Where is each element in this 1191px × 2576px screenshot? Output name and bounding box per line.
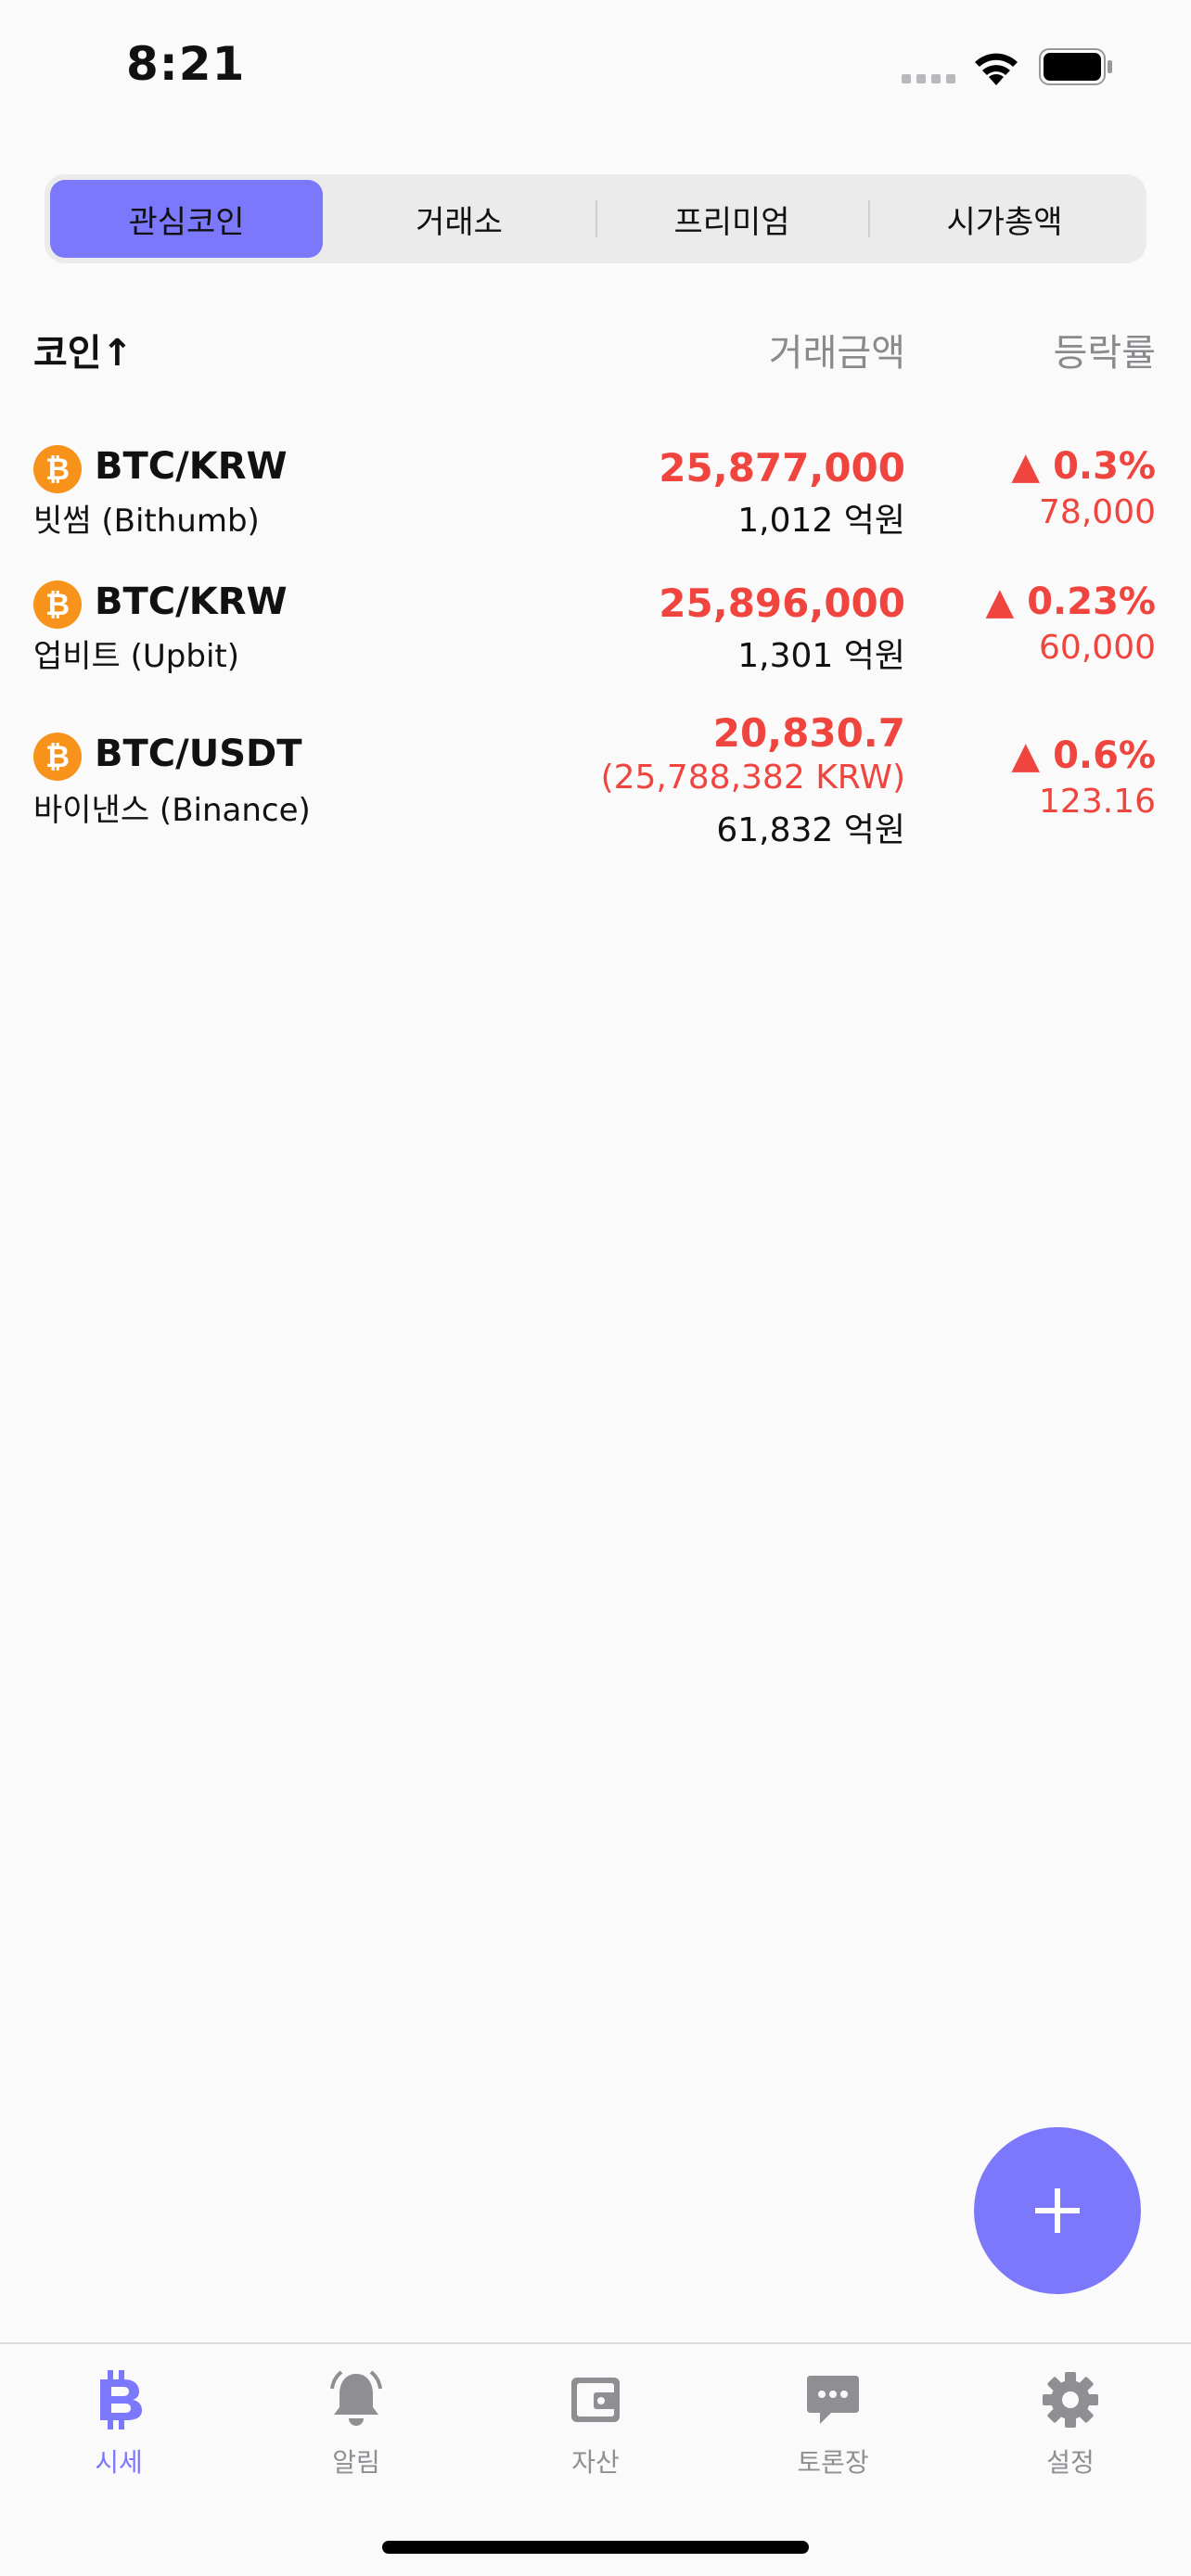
coin-pair: BTC/KRW: [95, 580, 288, 623]
tab-bar-label: 토론장: [797, 2447, 869, 2478]
tab-bar-label: 자산: [571, 2447, 620, 2478]
cellular-signal-icon: [902, 74, 955, 83]
change-percent: ▲ 0.3%: [1011, 445, 1156, 488]
exchange-name: 업비트 (Upbit): [33, 638, 240, 675]
change-percent: ▲ 0.23%: [985, 580, 1156, 623]
gear-icon: [1043, 2372, 1098, 2428]
chat-icon: [807, 2376, 859, 2424]
tab-bar-label: 알림: [332, 2447, 380, 2478]
tab-premium[interactable]: 프리미엄: [596, 180, 868, 258]
tab-label: 시가총액: [946, 203, 1063, 241]
screen: 8:21 관심코인 거래소 프리미엄 시가총액 코인↑ 거래금액 등락률 ₿ B…: [0, 0, 1191, 2576]
trade-volume: 1,012 억원: [737, 502, 905, 540]
change-amount: 123.16: [1039, 783, 1156, 821]
trade-volume: 1,301 억원: [737, 637, 905, 675]
current-price: 20,830.7: [712, 710, 905, 756]
plus-icon: [1035, 2188, 1080, 2233]
coin-pair: BTC/KRW: [95, 445, 288, 488]
trade-volume: 61,832 억원: [716, 811, 905, 849]
tab-bar-item-market[interactable]: 시세: [35, 2368, 202, 2480]
tab-label: 프리미엄: [673, 203, 790, 241]
tab-bar-label: 설정: [1046, 2447, 1095, 2478]
tab-bar-item-alerts[interactable]: 알림: [273, 2368, 440, 2480]
tab-bar-item-forum[interactable]: 토론장: [749, 2368, 916, 2480]
home-indicator: [382, 2541, 809, 2554]
bitcoin-icon: [100, 2370, 142, 2429]
column-header-volume[interactable]: 거래금액: [769, 323, 905, 376]
tab-exchange[interactable]: 거래소: [323, 180, 596, 258]
segment-control: 관심코인 거래소 프리미엄 시가총액: [45, 174, 1146, 263]
tab-label: 거래소: [416, 203, 503, 241]
tab-bar-item-settings[interactable]: 설정: [987, 2368, 1154, 2480]
coin-pair: BTC/USDT: [95, 733, 302, 775]
tab-bar-item-assets[interactable]: 자산: [512, 2368, 679, 2480]
exchange-name: 빗썸 (Bithumb): [33, 503, 260, 540]
column-header-coin[interactable]: 코인↑: [33, 323, 133, 376]
tab-label: 관심코인: [128, 203, 245, 241]
change-amount: 60,000: [1039, 629, 1156, 667]
column-header-change[interactable]: 등락률: [1054, 323, 1156, 376]
bell-icon: [330, 2370, 382, 2426]
coin-row-btc-krw-upbit[interactable]: ₿ BTC/KRW 업비트 (Upbit) 25,896,000 1,301 억…: [0, 571, 1191, 682]
wifi-icon: [975, 53, 1018, 85]
add-coin-button[interactable]: [974, 2127, 1141, 2294]
price-in-krw: (25,788,382 KRW): [600, 759, 905, 797]
current-price: 25,877,000: [659, 445, 905, 491]
change-percent: ▲ 0.6%: [1011, 734, 1156, 777]
exchange-name: 바이낸스 (Binance): [33, 792, 311, 829]
current-price: 25,896,000: [659, 580, 905, 626]
battery-icon: [1039, 48, 1112, 85]
tab-market-cap[interactable]: 시가총액: [868, 180, 1141, 258]
tab-favorite-coins[interactable]: 관심코인: [50, 180, 323, 258]
change-amount: 78,000: [1039, 493, 1156, 531]
wallet-icon: [571, 2378, 620, 2422]
tab-bar-label: 시세: [95, 2447, 143, 2478]
bitcoin-icon: ₿: [33, 733, 82, 781]
bitcoin-icon: ₿: [33, 580, 82, 629]
coin-row-btc-krw-bithumb[interactable]: ₿ BTC/KRW 빗썸 (Bithumb) 25,877,000 1,012 …: [0, 436, 1191, 547]
bitcoin-icon: ₿: [33, 445, 82, 493]
coin-row-btc-usdt-binance[interactable]: ₿ BTC/USDT 바이낸스 (Binance) 20,830.7 (25,7…: [0, 710, 1191, 859]
status-time: 8:21: [126, 37, 246, 91]
